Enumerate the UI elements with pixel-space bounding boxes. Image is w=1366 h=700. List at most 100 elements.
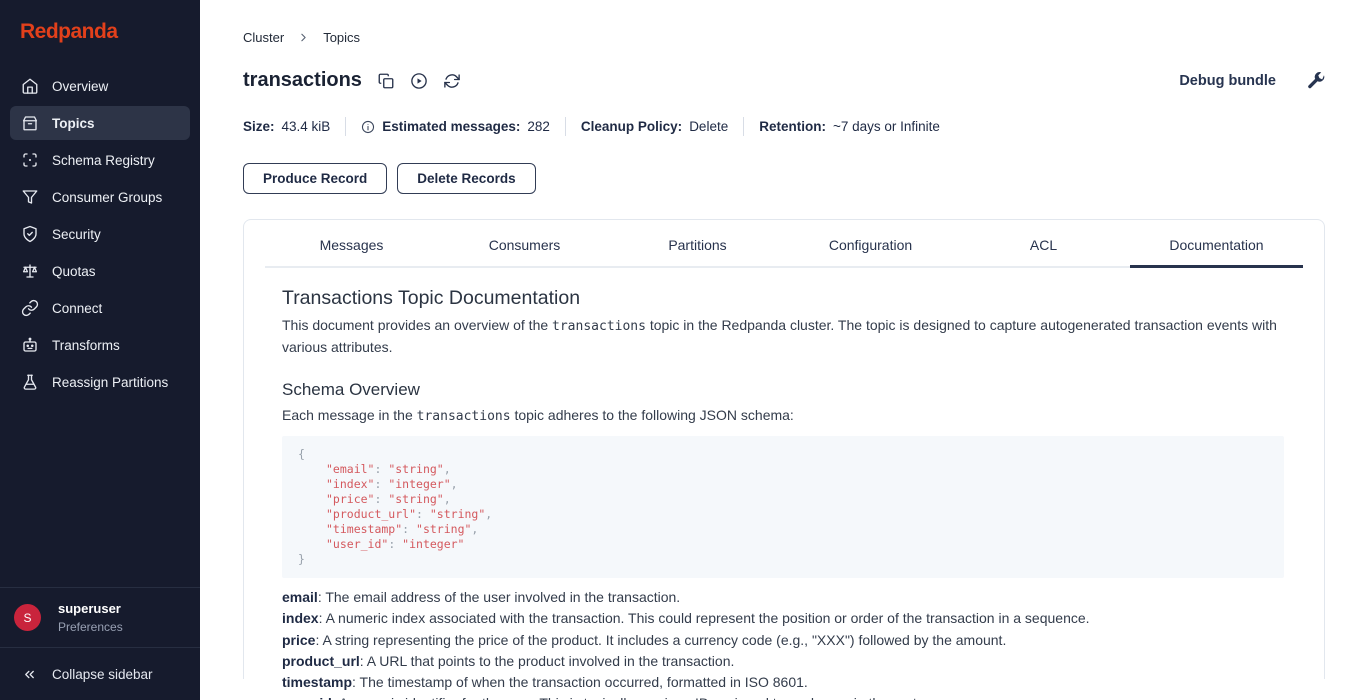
documentation-panel: Transactions Topic Documentation This do… — [244, 268, 1324, 700]
breadcrumb-topics[interactable]: Topics — [323, 30, 360, 45]
home-icon — [21, 77, 39, 95]
copy-icon[interactable] — [377, 72, 395, 90]
sidebar: Redpanda Overview Topics Schema Registry… — [0, 0, 200, 700]
tab-documentation[interactable]: Documentation — [1130, 220, 1303, 268]
sidebar-item-label: Connect — [52, 301, 102, 316]
code-line: } — [298, 552, 1268, 567]
tab-partitions[interactable]: Partitions — [611, 220, 784, 268]
robot-icon — [21, 336, 39, 354]
doc-schema-intro: Each message in the transactions topic a… — [282, 405, 1284, 427]
main-content: Cluster Topics transactions Debug bundle — [200, 0, 1366, 700]
divider — [345, 117, 346, 136]
stat-estimated-messages: Estimated messages: 282 — [361, 119, 550, 134]
tab-consumers[interactable]: Consumers — [438, 220, 611, 268]
code-line: "timestamp": "string", — [298, 522, 1268, 537]
json-schema-code-block: { "email": "string", "index": "integer",… — [282, 436, 1284, 578]
preferences-link[interactable]: Preferences — [58, 620, 123, 634]
info-icon — [361, 120, 375, 134]
flask-icon — [21, 373, 39, 391]
schema-registry-icon — [21, 151, 39, 169]
inline-code: transactions — [417, 409, 511, 424]
debug-bundle-link[interactable]: Debug bundle — [1179, 73, 1276, 89]
field-price: price: A string representing the price o… — [282, 630, 1284, 651]
code-line: "user_id": "integer" — [298, 537, 1268, 552]
sidebar-item-topics[interactable]: Topics — [10, 106, 190, 140]
redpanda-logo: Redpanda — [0, 0, 200, 69]
sidebar-item-overview[interactable]: Overview — [10, 69, 190, 103]
chevron-right-icon — [297, 31, 310, 44]
sidebar-item-transforms[interactable]: Transforms — [10, 328, 190, 362]
funnel-icon — [21, 188, 39, 206]
link-icon — [21, 299, 39, 317]
topic-detail-card: Messages Consumers Partitions Configurat… — [243, 219, 1325, 679]
stat-value: 282 — [527, 119, 550, 134]
code-line: "index": "integer", — [298, 477, 1268, 492]
stat-value: Delete — [689, 119, 728, 134]
sidebar-item-reassign-partitions[interactable]: Reassign Partitions — [10, 365, 190, 399]
stat-value: ~7 days or Infinite — [833, 119, 940, 134]
sidebar-item-label: Consumer Groups — [52, 190, 162, 205]
sidebar-item-label: Quotas — [52, 264, 96, 279]
action-buttons-row: Produce Record Delete Records — [243, 163, 1325, 194]
field-timestamp: timestamp: The timestamp of when the tra… — [282, 672, 1284, 693]
sidebar-nav: Overview Topics Schema Registry Consumer… — [0, 69, 200, 587]
breadcrumb: Cluster Topics — [243, 30, 1325, 45]
code-line: "product_url": "string", — [298, 507, 1268, 522]
page-title: transactions — [243, 69, 362, 92]
tab-messages[interactable]: Messages — [265, 220, 438, 268]
sidebar-item-quotas[interactable]: Quotas — [10, 254, 190, 288]
divider — [565, 117, 566, 136]
code-line: "price": "string", — [298, 492, 1268, 507]
stat-retention: Retention: ~7 days or Infinite — [759, 119, 940, 134]
play-circle-icon[interactable] — [410, 72, 428, 90]
sidebar-item-security[interactable]: Security — [10, 217, 190, 251]
user-name: superuser — [58, 601, 123, 616]
sidebar-item-consumer-groups[interactable]: Consumer Groups — [10, 180, 190, 214]
divider — [743, 117, 744, 136]
doc-intro: This document provides an overview of th… — [282, 315, 1284, 358]
field-descriptions: email: The email address of the user inv… — [282, 587, 1284, 700]
tab-configuration[interactable]: Configuration — [784, 220, 957, 268]
sidebar-item-schema-registry[interactable]: Schema Registry — [10, 143, 190, 177]
stat-value: 43.4 kiB — [282, 119, 331, 134]
sidebar-item-label: Schema Registry — [52, 153, 155, 168]
stat-label: Cleanup Policy: — [581, 119, 682, 134]
sidebar-item-label: Topics — [52, 116, 95, 131]
produce-record-button[interactable]: Produce Record — [243, 163, 387, 194]
tab-acl[interactable]: ACL — [957, 220, 1130, 268]
topic-title-row: transactions Debug bundle — [243, 69, 1325, 92]
sidebar-item-label: Transforms — [52, 338, 120, 353]
field-user-id: user_id: A numeric identifier for the us… — [282, 693, 1284, 700]
sidebar-item-connect[interactable]: Connect — [10, 291, 190, 325]
collapse-sidebar-button[interactable]: Collapse sidebar — [0, 647, 200, 700]
sidebar-item-label: Security — [52, 227, 101, 242]
wrench-icon[interactable] — [1306, 71, 1325, 90]
doc-title: Transactions Topic Documentation — [282, 287, 1284, 310]
stat-label: Retention: — [759, 119, 826, 134]
user-section: S superuser Preferences — [0, 587, 200, 647]
sidebar-item-label: Reassign Partitions — [52, 375, 168, 390]
field-index: index: A numeric index associated with t… — [282, 608, 1284, 629]
field-product-url: product_url: A URL that points to the pr… — [282, 651, 1284, 672]
breadcrumb-cluster[interactable]: Cluster — [243, 30, 284, 45]
collapse-sidebar-label: Collapse sidebar — [52, 667, 153, 682]
doc-schema-heading: Schema Overview — [282, 380, 1284, 400]
code-line: "email": "string", — [298, 462, 1268, 477]
topics-box-icon — [21, 114, 39, 132]
sidebar-item-label: Overview — [52, 79, 108, 94]
stat-size: Size: 43.4 kiB — [243, 119, 330, 134]
inline-code: transactions — [552, 319, 646, 334]
refresh-icon[interactable] — [443, 72, 461, 90]
topic-stats-row: Size: 43.4 kiB Estimated messages: 282 C… — [243, 117, 1325, 136]
stat-cleanup-policy: Cleanup Policy: Delete — [581, 119, 728, 134]
field-email: email: The email address of the user inv… — [282, 587, 1284, 608]
code-line: { — [298, 447, 1268, 462]
scales-icon — [21, 262, 39, 280]
avatar[interactable]: S — [14, 604, 41, 631]
shield-check-icon — [21, 225, 39, 243]
delete-records-button[interactable]: Delete Records — [397, 163, 535, 194]
tab-bar: Messages Consumers Partitions Configurat… — [265, 220, 1303, 268]
double-chevron-left-icon — [22, 667, 37, 682]
stat-label: Estimated messages: — [382, 119, 520, 134]
stat-label: Size: — [243, 119, 275, 134]
